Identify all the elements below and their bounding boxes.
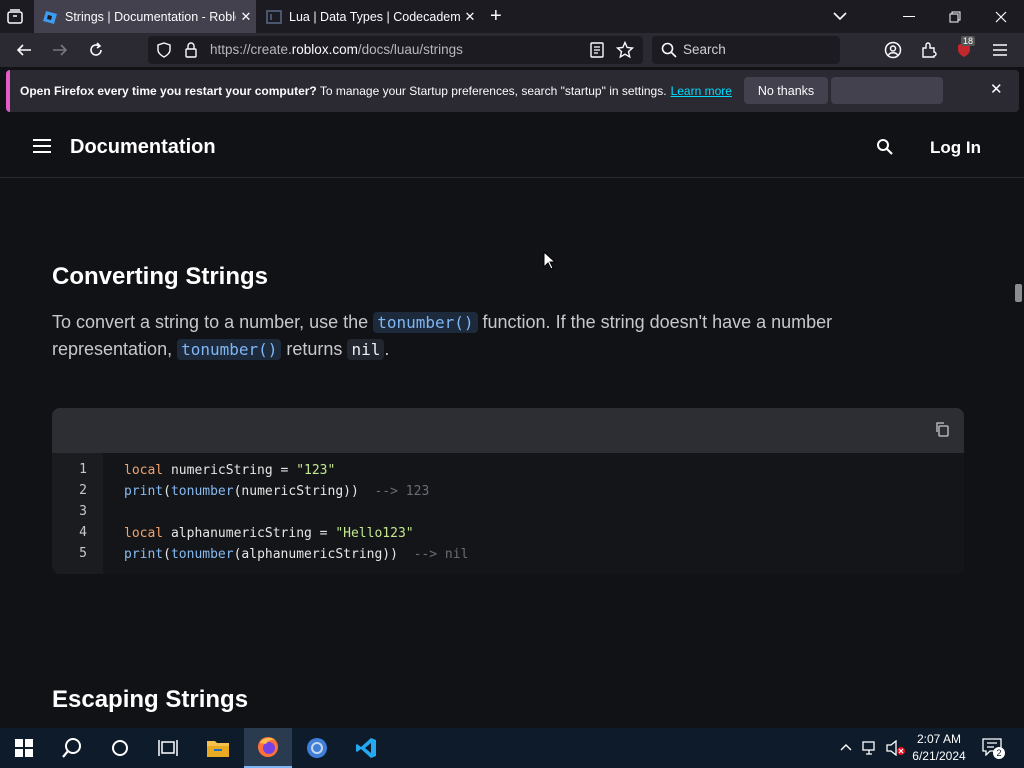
no-thanks-button[interactable]: No thanks <box>744 77 828 104</box>
forward-button[interactable] <box>46 37 74 63</box>
minimize-button[interactable] <box>886 0 932 33</box>
close-window-button[interactable] <box>978 0 1024 33</box>
clock-date: 6/21/2024 <box>912 749 966 763</box>
section-paragraph: To convert a string to a number, use the… <box>52 312 833 360</box>
tab-close-icon[interactable]: ✕ <box>236 9 256 25</box>
firefox-taskbar-icon[interactable] <box>244 728 292 768</box>
bookmark-star-icon[interactable] <box>615 40 635 64</box>
roblox-favicon-icon <box>42 9 58 25</box>
code-block-header <box>52 408 964 453</box>
system-clock[interactable]: 2:07 AM 6/21/2024 <box>908 731 970 765</box>
ublock-extension-icon[interactable]: 18 <box>950 36 978 63</box>
notification-close-icon[interactable]: ✕ <box>990 80 1003 98</box>
tab-title: Strings | Documentation - Roblo <box>65 9 236 24</box>
back-button[interactable] <box>10 37 38 63</box>
notification-action-button[interactable] <box>831 77 943 104</box>
account-icon[interactable] <box>879 37 907 63</box>
reload-button[interactable] <box>82 37 110 63</box>
site-title[interactable]: Documentation <box>70 136 216 159</box>
inline-code-link[interactable]: tonumber() <box>373 312 478 333</box>
url-bar[interactable]: https://create.roblox.com/docs/luau/stri… <box>148 36 643 64</box>
log-in-button[interactable]: Log In <box>930 138 981 158</box>
start-button[interactable] <box>0 728 48 768</box>
chrome-taskbar-icon[interactable] <box>293 728 341 768</box>
notification-message: Open Firefox every time you restart your… <box>20 84 732 98</box>
page-content: Converting Strings To convert a string t… <box>0 179 1012 728</box>
search-icon <box>661 42 677 63</box>
action-center-icon[interactable]: 2 <box>982 738 1005 759</box>
windows-taskbar: 2:07 AM 6/21/2024 2 <box>0 728 1024 768</box>
copy-icon[interactable] <box>934 421 950 442</box>
line-number: 4 <box>79 525 87 540</box>
clock-time: 2:07 AM <box>916 732 962 746</box>
list-all-tabs-icon[interactable] <box>832 9 848 27</box>
search-placeholder: Search <box>683 42 726 57</box>
line-number: 2 <box>79 483 87 498</box>
mouse-cursor-icon <box>543 250 557 275</box>
tab-strings-documentation[interactable]: Strings | Documentation - Roblo ✕ <box>34 0 256 33</box>
lock-icon[interactable] <box>184 42 198 63</box>
notification-count-badge: 2 <box>993 747 1005 759</box>
page-scrollbar[interactable] <box>1012 179 1024 728</box>
file-explorer-icon[interactable] <box>194 728 242 768</box>
task-view-icon[interactable] <box>144 728 192 768</box>
section-heading: Converting Strings <box>52 263 269 290</box>
show-hidden-icons-chevron-icon[interactable] <box>840 740 852 755</box>
tab-lua-data-types[interactable]: Lua | Data Types | Codecademy ✕ <box>258 0 480 33</box>
tab-overview-icon[interactable] <box>6 8 24 25</box>
line-number: 1 <box>79 462 87 477</box>
search-icon[interactable] <box>48 728 96 768</box>
tab-close-icon[interactable]: ✕ <box>460 9 480 25</box>
vscode-taskbar-icon[interactable] <box>342 728 390 768</box>
code-line: local numericString = "123" <box>124 463 336 478</box>
line-number-gutter: 1 2 3 4 5 <box>52 453 103 574</box>
code-line: print(tonumber(alphanumericString)) --> … <box>124 547 469 562</box>
url-text[interactable]: https://create.roblox.com/docs/luau/stri… <box>210 42 463 57</box>
tab-strip: Strings | Documentation - Roblo ✕ Lua | … <box>0 0 1024 33</box>
code-line: print(tonumber(numericString)) --> 123 <box>124 484 430 499</box>
codecademy-favicon-icon <box>266 9 282 25</box>
code-line: local alphanumericString = "Hello123" <box>124 526 414 541</box>
tracking-protection-shield-icon[interactable] <box>156 42 172 63</box>
reader-view-icon[interactable] <box>590 42 604 63</box>
scrollbar-thumb[interactable] <box>1015 284 1022 302</box>
search-icon[interactable] <box>876 138 894 161</box>
code-block: 1 2 3 4 5 local numericString = "123" pr… <box>52 408 964 574</box>
volume-muted-icon[interactable] <box>886 739 906 759</box>
extension-badge: 18 <box>961 36 976 46</box>
new-tab-button[interactable]: + <box>490 5 502 28</box>
line-number: 5 <box>79 546 87 561</box>
app-menu-icon[interactable] <box>986 37 1014 63</box>
hamburger-menu-icon[interactable] <box>33 139 51 154</box>
section-heading: Escaping Strings <box>52 686 249 713</box>
tab-title: Lua | Data Types | Codecademy <box>289 9 460 24</box>
cortana-icon[interactable] <box>96 728 144 768</box>
extensions-icon[interactable] <box>915 37 943 63</box>
code-body: local numericString = "123" print(tonumb… <box>103 453 964 574</box>
search-bar[interactable]: Search <box>652 36 840 64</box>
network-icon[interactable] <box>862 740 880 759</box>
navigation-toolbar: https://create.roblox.com/docs/luau/stri… <box>0 33 1024 67</box>
inline-code-link[interactable]: tonumber() <box>177 339 282 360</box>
line-number: 3 <box>79 504 87 519</box>
docs-header: Documentation Log In <box>0 116 1024 178</box>
restore-button[interactable] <box>932 0 978 33</box>
inline-code: nil <box>347 339 385 360</box>
startup-notification-bar: Open Firefox every time you restart your… <box>6 70 1019 112</box>
learn-more-link[interactable]: Learn more <box>671 84 732 98</box>
